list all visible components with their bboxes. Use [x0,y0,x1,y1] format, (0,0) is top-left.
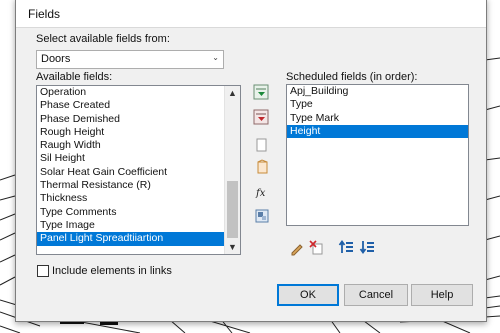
source-label: Select available fields from: [36,33,170,45]
available-field-item[interactable]: Thermal Resistance (R) [37,179,225,192]
include-links-label: Include elements in links [52,265,172,277]
scheduled-fields-label: Scheduled fields (in order): [286,71,418,83]
available-field-item[interactable]: Sil Height [37,152,225,165]
dialog-title: Fields [28,7,61,21]
available-field-item[interactable]: Thickness [37,192,225,205]
available-field-item[interactable]: Panel Light Spreadtiiartion [37,232,225,246]
scheduled-field-item[interactable]: Type Mark [287,112,468,125]
formula-icon[interactable]: fx [254,184,270,200]
scroll-up-icon[interactable]: ▲ [225,86,240,100]
remove-parameter-icon[interactable] [253,109,269,125]
available-fields-scrollbar[interactable]: ▲ ▼ [224,86,240,254]
available-field-item[interactable]: Operation [37,86,225,99]
scheduled-field-item[interactable]: Height [287,124,468,139]
add-parameter-icon[interactable] [253,84,269,100]
cancel-button[interactable]: Cancel [344,284,408,306]
scheduled-field-item[interactable]: Apj_Building [287,85,468,98]
scheduled-field-item[interactable]: Type [287,98,468,111]
ok-button[interactable]: OK [277,284,339,306]
fields-dialog: Fields Select available fields from: Doo… [15,0,487,322]
source-dropdown[interactable]: Doors ⌄ [36,50,224,69]
scheduled-fields-list[interactable]: Apj_Building Type Type Mark Height [286,84,469,226]
available-field-item[interactable]: Solar Heat Gain Coefficient [37,166,225,179]
svg-text:fx: fx [255,188,266,199]
help-button[interactable]: Help [411,284,473,306]
available-field-item[interactable]: Phase Created [37,99,225,112]
available-field-item[interactable]: Phase Demished [37,113,225,126]
edit-pencil-icon[interactable] [289,240,305,256]
new-parameter-icon[interactable] [254,159,270,175]
include-links-checkbox[interactable] [37,265,49,277]
available-fields-label: Available fields: [36,71,113,83]
delete-parameter-icon[interactable] [308,239,324,255]
available-fields-list[interactable]: Operation Phase Created Phase Demished Roug… [36,85,241,255]
available-field-item[interactable]: Rough Height [37,126,225,139]
available-field-item[interactable]: Type Comments [37,206,225,219]
available-field-item[interactable]: Raugh Width [37,139,225,152]
move-down-icon[interactable] [359,239,375,255]
move-up-icon[interactable] [338,239,354,255]
new-parameter-icon[interactable] [254,137,270,153]
combine-parameters-icon[interactable] [254,208,270,224]
chevron-down-icon: ⌄ [212,53,219,62]
dialog-titlebar: Fields [16,0,486,28]
available-field-item[interactable]: Type Image [37,219,225,232]
scroll-down-icon[interactable]: ▼ [225,240,240,254]
scrollbar-thumb[interactable] [227,181,238,238]
source-dropdown-value: Doors [41,53,71,65]
